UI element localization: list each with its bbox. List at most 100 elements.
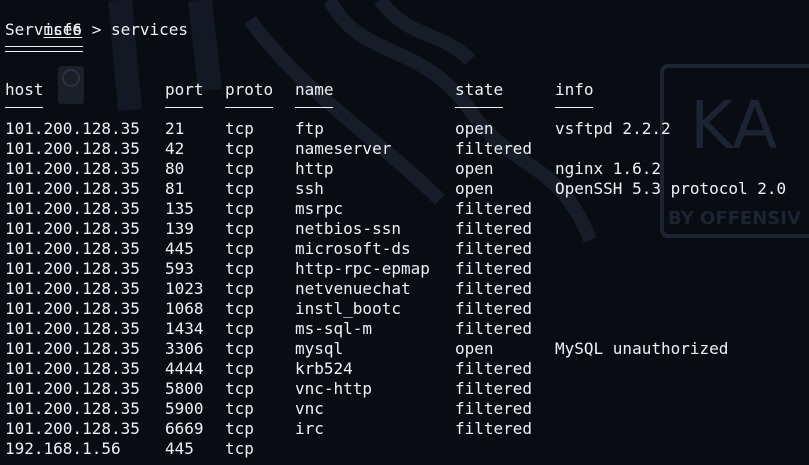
column-underline (455, 107, 503, 108)
cell-name: irc (295, 419, 324, 438)
cell-state: filtered (455, 259, 533, 278)
table-row: 101.200.128.35 1434 tcp ms-sql-m filtere… (0, 319, 809, 339)
cell-port: 593 (165, 259, 194, 278)
table-row: 101.200.128.35 5800 tcp vnc-http filtere… (0, 379, 809, 399)
cell-name: vnc (295, 399, 324, 418)
cell-host: 101.200.128.35 (5, 179, 140, 198)
heading-underline (5, 46, 83, 52)
column-underline (165, 107, 203, 108)
cell-state: filtered (455, 379, 533, 398)
cell-port: 3306 (165, 339, 204, 358)
cell-state: open (455, 179, 494, 198)
cell-proto: tcp (225, 279, 254, 298)
cell-host: 101.200.128.35 (5, 259, 140, 278)
cell-host: 101.200.128.35 (5, 299, 140, 318)
cell-proto: tcp (225, 359, 254, 378)
table-row: 101.200.128.35 135 tcp msrpc filtered (0, 199, 809, 219)
column-underline (225, 107, 273, 108)
cell-port: 6669 (165, 419, 204, 438)
cell-host: 101.200.128.35 (5, 219, 140, 238)
cell-host: 101.200.128.35 (5, 139, 140, 158)
cell-proto: tcp (225, 119, 254, 138)
table-row: 101.200.128.35 4444 tcp krb524 filtered (0, 359, 809, 379)
column-header-info: info (555, 80, 594, 99)
cell-state: filtered (455, 199, 533, 218)
table-row: 101.200.128.35 6669 tcp irc filtered (0, 419, 809, 439)
cell-proto: tcp (225, 259, 254, 278)
cell-host: 192.168.1.56 (5, 439, 121, 458)
cell-proto: tcp (225, 419, 254, 438)
cell-name: ssh (295, 179, 324, 198)
terminal-output[interactable]: msf6 > services Services host port proto… (0, 0, 809, 465)
cell-port: 80 (165, 159, 185, 178)
cell-info: vsftpd 2.2.2 (555, 119, 671, 138)
cell-state: filtered (455, 399, 533, 418)
table-row: 101.200.128.35 5900 tcp vnc filtered (0, 399, 809, 419)
cell-proto: tcp (225, 339, 254, 358)
cell-state: filtered (455, 239, 533, 258)
cell-host: 101.200.128.35 (5, 279, 140, 298)
prompt-separator: > (82, 20, 111, 39)
cell-host: 101.200.128.35 (5, 239, 140, 258)
cell-state: open (455, 119, 494, 138)
cell-proto: tcp (225, 139, 254, 158)
table-row: 101.200.128.35 445 tcp microsoft-ds filt… (0, 239, 809, 259)
cell-info: MySQL unauthorized (555, 339, 729, 358)
table-row: 192.168.1.56 445 tcp (0, 439, 809, 459)
cell-host: 101.200.128.35 (5, 339, 140, 358)
cell-host: 101.200.128.35 (5, 359, 140, 378)
column-underline (5, 107, 43, 108)
cell-port: 139 (165, 219, 194, 238)
cell-proto: tcp (225, 319, 254, 338)
cell-port: 1023 (165, 279, 204, 298)
cell-state: filtered (455, 359, 533, 378)
table-row: 101.200.128.35 80 tcp http open nginx 1.… (0, 159, 809, 179)
cell-host: 101.200.128.35 (5, 319, 140, 338)
cell-name: nameserver (295, 139, 392, 158)
cell-port: 42 (165, 139, 185, 158)
cell-port: 1434 (165, 319, 204, 338)
cell-name: vnc-http (295, 379, 373, 398)
cell-name: mysql (295, 339, 344, 358)
cell-port: 445 (165, 239, 194, 258)
cell-name: netbios-ssn (295, 219, 401, 238)
cell-state: filtered (455, 299, 533, 318)
cell-host: 101.200.128.35 (5, 119, 140, 138)
cell-proto: tcp (225, 159, 254, 178)
cell-port: 4444 (165, 359, 204, 378)
table-row: 101.200.128.35 139 tcp netbios-ssn filte… (0, 219, 809, 239)
cell-state: filtered (455, 419, 533, 438)
table-row: 101.200.128.35 21 tcp ftp open vsftpd 2.… (0, 119, 809, 139)
cell-name: microsoft-ds (295, 239, 411, 258)
cell-port: 21 (165, 119, 185, 138)
cell-state: filtered (455, 219, 533, 238)
table-row: 101.200.128.35 1023 tcp netvenuechat fil… (0, 279, 809, 299)
cell-name: krb524 (295, 359, 353, 378)
cell-name: msrpc (295, 199, 344, 218)
command-line: msf6 > services (5, 0, 189, 39)
cell-state: open (455, 339, 494, 358)
cell-proto: tcp (225, 379, 254, 398)
column-underline (295, 107, 333, 108)
table-row: 101.200.128.35 42 tcp nameserver filtere… (0, 139, 809, 159)
cell-proto: tcp (225, 299, 254, 318)
cell-host: 101.200.128.35 (5, 379, 140, 398)
cell-state: filtered (455, 139, 533, 158)
cell-info: nginx 1.6.2 (555, 159, 661, 178)
cell-proto: tcp (225, 199, 254, 218)
cell-proto: tcp (225, 219, 254, 238)
cell-info: OpenSSH 5.3 protocol 2.0 (555, 179, 787, 198)
table-row: 101.200.128.35 593 tcp http-rpc-epmap fi… (0, 259, 809, 279)
cell-port: 5900 (165, 399, 204, 418)
cell-port: 445 (165, 439, 194, 458)
cell-host: 101.200.128.35 (5, 399, 140, 418)
table-row: 101.200.128.35 1068 tcp instl_bootc filt… (0, 299, 809, 319)
column-header-port: port (165, 80, 204, 99)
cell-name: netvenuechat (295, 279, 411, 298)
cell-state: filtered (455, 319, 533, 338)
column-underline (555, 107, 593, 108)
column-header-host: host (5, 80, 44, 99)
cell-name: ftp (295, 119, 324, 138)
cell-proto: tcp (225, 239, 254, 258)
cell-port: 81 (165, 179, 185, 198)
